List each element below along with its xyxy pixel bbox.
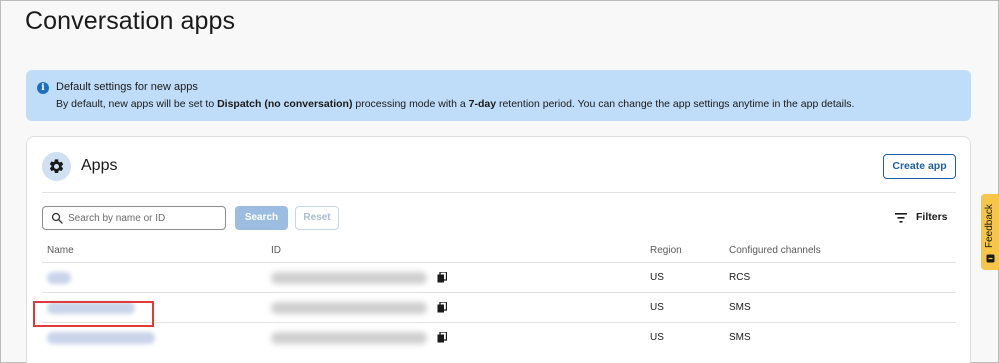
copy-icon[interactable] — [437, 332, 447, 343]
create-app-button[interactable]: Create app — [883, 154, 956, 179]
app-name-link[interactable] — [47, 332, 155, 344]
filters-label: Filters — [916, 211, 948, 223]
apps-title: Apps — [81, 157, 118, 174]
banner-text: By default, new apps will be set to Disp… — [56, 98, 854, 110]
column-header-id: ID — [271, 245, 281, 256]
filter-icon — [895, 213, 907, 223]
search-input[interactable] — [68, 210, 218, 226]
divider — [42, 192, 956, 193]
column-header-channels: Configured channels — [729, 245, 821, 256]
banner-text-part: processing mode with a — [352, 98, 469, 110]
app-name-link[interactable] — [47, 272, 71, 284]
region-cell: US — [650, 272, 664, 283]
banner-retention: 7-day — [468, 98, 497, 110]
app-id — [271, 302, 427, 314]
banner-text-part: retention period. You can change the app… — [496, 98, 855, 110]
copy-icon[interactable] — [437, 272, 447, 283]
banner-title: Default settings for new apps — [56, 81, 198, 93]
channels-cell: SMS — [729, 332, 751, 343]
page-title: Conversation apps — [25, 7, 236, 35]
reset-button[interactable]: Reset — [295, 206, 339, 230]
channels-cell: SMS — [729, 302, 751, 313]
table-row[interactable]: US SMS — [42, 322, 956, 352]
banner-text-part: By default, new apps will be set to — [56, 98, 218, 110]
table-row[interactable]: US RCS — [42, 262, 956, 292]
app-id — [271, 332, 427, 344]
info-banner: i Default settings for new apps By defau… — [26, 70, 971, 121]
column-header-region: Region — [650, 245, 682, 256]
copy-icon[interactable] — [437, 302, 447, 313]
feedback-tab[interactable]: Feedback — [981, 194, 999, 270]
region-cell: US — [650, 332, 664, 343]
region-cell: US — [650, 302, 664, 313]
channels-cell: RCS — [729, 272, 751, 283]
apps-card: Apps Create app Search Reset Filters Nam… — [26, 136, 971, 363]
feedback-icon — [986, 254, 995, 263]
highlight-annotation — [33, 301, 154, 327]
feedback-label: Feedback — [984, 204, 995, 248]
table-row[interactable]: US SMS — [42, 292, 956, 322]
gear-icon — [42, 152, 71, 181]
column-header-name: Name — [47, 245, 74, 256]
search-button[interactable]: Search — [235, 206, 288, 230]
search-box[interactable] — [42, 206, 226, 230]
search-icon — [51, 212, 63, 224]
info-icon: i — [37, 82, 49, 94]
app-id — [271, 272, 427, 284]
banner-mode: Dispatch (no conversation) — [217, 98, 353, 110]
